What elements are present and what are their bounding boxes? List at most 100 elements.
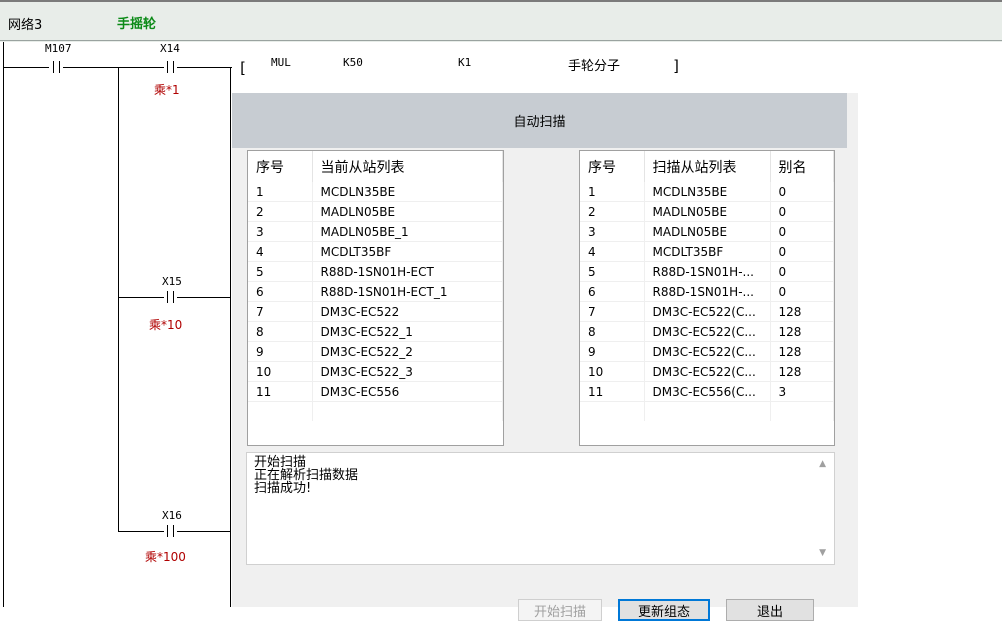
network-number: 网络3 xyxy=(8,18,43,33)
log-line: 扫描成功! xyxy=(254,481,312,496)
contact-x15[interactable] xyxy=(164,291,176,303)
scan-slave-list[interactable]: 序号 扫描从站列表 别名 1 MCDLN35BE 0 2 MADLN05BE 0 3 MADL… xyxy=(579,150,835,446)
auto-scan-dialog[interactable]: 自动扫描 序号 当前从站列表 1 MCDLN35BE 2 MADLN05BE 3 MADL… xyxy=(232,93,858,621)
rung-line xyxy=(63,67,164,68)
table-cell xyxy=(580,401,645,421)
branch-line-right xyxy=(230,67,231,607)
contact-x14-comment: 乘*1 xyxy=(154,83,180,97)
table-row[interactable]: 4 MCDLT35BF 0 xyxy=(580,241,834,262)
table-cell: DM3C-EC522(C... xyxy=(644,361,771,382)
column-header-scanned-slaves[interactable]: 扫描从站列表 xyxy=(644,151,771,182)
table-cell: MADLN05BE xyxy=(644,201,771,222)
table-row[interactable]: 1 MCDLN35BE xyxy=(248,182,503,202)
instruction-operand-s1[interactable]: K50 xyxy=(343,56,363,69)
table-row-empty xyxy=(248,401,503,421)
table-row[interactable]: 3 MADLN05BE 0 xyxy=(580,221,834,242)
table-cell: 0 xyxy=(770,241,834,262)
table-row[interactable]: 5 R88D-1SN01H-ECT xyxy=(248,261,503,282)
table-row[interactable]: 10 DM3C-EC522(C... 128 xyxy=(580,361,834,382)
table-cell: 8 xyxy=(248,321,313,342)
table-row[interactable]: 8 DM3C-EC522(C... 128 xyxy=(580,321,834,342)
table-row[interactable]: 1 MCDLN35BE 0 xyxy=(580,182,834,202)
table-cell: 4 xyxy=(248,241,313,262)
instruction-op[interactable]: MUL xyxy=(271,56,291,69)
table-cell: R88D-1SN01H-ECT_1 xyxy=(312,281,503,302)
table-cell: 7 xyxy=(248,301,313,322)
table-cell: 2 xyxy=(248,201,313,222)
table-cell: 7 xyxy=(580,301,645,322)
table-row[interactable]: 7 DM3C-EC522(C... 128 xyxy=(580,301,834,322)
scan-log[interactable]: 开始扫描 正在解析扫描数据 扫描成功! ▲ ▼ xyxy=(246,452,835,565)
table-row[interactable]: 9 DM3C-EC522_2 xyxy=(248,341,503,362)
table-row[interactable]: 6 R88D-1SN01H-ECT_1 xyxy=(248,281,503,302)
table-cell: 128 xyxy=(770,321,834,342)
contact-x16[interactable] xyxy=(164,525,176,537)
table-cell: DM3C-EC522_3 xyxy=(312,361,503,382)
start-scan-button[interactable]: 开始扫描 xyxy=(518,599,602,621)
table-cell: DM3C-EC522_1 xyxy=(312,321,503,342)
rung-line xyxy=(118,297,164,298)
contact-x14[interactable] xyxy=(164,61,176,73)
column-header-current-slaves[interactable]: 当前从站列表 xyxy=(312,151,503,182)
current-slave-list[interactable]: 序号 当前从站列表 1 MCDLN35BE 2 MADLN05BE 3 MADLN05BE… xyxy=(247,150,504,446)
table-cell: 1 xyxy=(580,182,645,202)
table-cell: 0 xyxy=(770,221,834,242)
table-row[interactable]: 10 DM3C-EC522_3 xyxy=(248,361,503,382)
update-config-button[interactable]: 更新组态 xyxy=(618,599,710,621)
table-row[interactable]: 7 DM3C-EC522 xyxy=(248,301,503,322)
contact-m107[interactable] xyxy=(50,61,62,73)
contact-x16-comment: 乘*100 xyxy=(145,550,186,564)
table-cell: 6 xyxy=(248,281,313,302)
table-cell: DM3C-EC522(C... xyxy=(644,321,771,342)
exit-button[interactable]: 退出 xyxy=(726,599,814,621)
table-cell: 5 xyxy=(580,261,645,282)
table-cell xyxy=(312,401,503,421)
table-row[interactable]: 11 DM3C-EC556(C... 3 xyxy=(580,381,834,402)
contact-x15-comment: 乘*10 xyxy=(149,318,183,332)
table-cell: MCDLN35BE xyxy=(312,182,503,202)
table-row[interactable]: 5 R88D-1SN01H-... 0 xyxy=(580,261,834,282)
table-cell: 5 xyxy=(248,261,313,282)
table-cell: 3 xyxy=(248,221,313,242)
table-row[interactable]: 4 MCDLT35BF xyxy=(248,241,503,262)
table-row[interactable]: 2 MADLN05BE xyxy=(248,201,503,222)
table-cell: 0 xyxy=(770,201,834,222)
instruction-operand-s2[interactable]: K1 xyxy=(458,56,471,69)
scroll-up-arrow-icon[interactable]: ▲ xyxy=(819,459,826,469)
network-comment: 手摇轮 xyxy=(117,17,157,32)
table-row[interactable]: 6 R88D-1SN01H-... 0 xyxy=(580,281,834,302)
table-cell: 0 xyxy=(770,281,834,302)
network-header: 网络3 手摇轮 xyxy=(0,0,1002,42)
instruction-dest[interactable]: 手轮分子 xyxy=(568,55,620,74)
contact-x14-label: X14 xyxy=(160,42,180,55)
column-header-alias[interactable]: 别名 xyxy=(770,151,834,182)
table-row[interactable]: 9 DM3C-EC522(C... 128 xyxy=(580,341,834,362)
column-header-index[interactable]: 序号 xyxy=(248,151,313,182)
table-row[interactable]: 8 DM3C-EC522_1 xyxy=(248,321,503,342)
table-cell: DM3C-EC556(C... xyxy=(644,381,771,402)
rung-line xyxy=(3,67,49,68)
instruction-close-bracket: ] xyxy=(672,57,682,75)
table-cell: MADLN05BE_1 xyxy=(312,221,503,242)
network-divider xyxy=(0,40,1002,41)
table-cell: 8 xyxy=(580,321,645,342)
table-cell: MADLN05BE xyxy=(312,201,503,222)
table-cell: 1 xyxy=(248,182,313,202)
table-cell: 10 xyxy=(248,361,313,382)
table-row[interactable]: 11 DM3C-EC556 xyxy=(248,381,503,402)
table-row[interactable]: 3 MADLN05BE_1 xyxy=(248,221,503,242)
dialog-title[interactable]: 自动扫描 xyxy=(232,93,847,148)
rung-line xyxy=(177,67,232,68)
table-cell: MCDLT35BF xyxy=(312,241,503,262)
scroll-down-arrow-icon[interactable]: ▼ xyxy=(819,548,826,558)
column-header-index[interactable]: 序号 xyxy=(580,151,645,182)
table-cell: 128 xyxy=(770,301,834,322)
table-row[interactable]: 2 MADLN05BE 0 xyxy=(580,201,834,222)
table-cell: R88D-1SN01H-... xyxy=(644,261,771,282)
contact-m107-label: M107 xyxy=(45,42,72,55)
table-cell: 128 xyxy=(770,361,834,382)
table-cell: 10 xyxy=(580,361,645,382)
table-cell xyxy=(770,401,834,421)
table-cell: 2 xyxy=(580,201,645,222)
table-cell: 11 xyxy=(580,381,645,402)
